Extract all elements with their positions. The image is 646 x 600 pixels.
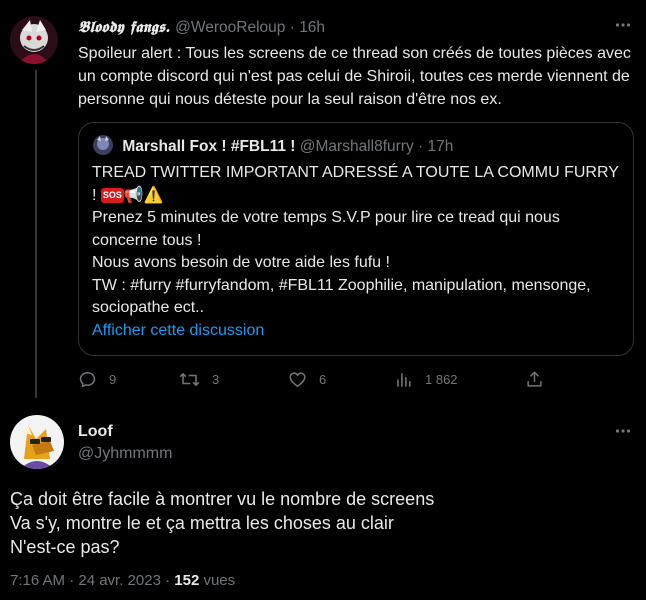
quoted-tweet-text: TREAD TWITTER IMPORTANT ADRESSÉ A TOUTE … — [92, 162, 622, 320]
tweet-metadata: 7:16 AM · 24 avr. 2023 · 152 vues — [10, 572, 235, 589]
more-options-button[interactable] — [614, 422, 632, 440]
views-button[interactable]: 1 862 — [394, 370, 458, 389]
handle[interactable]: @WerooReloup — [175, 19, 285, 36]
separator-dot: · — [289, 19, 295, 36]
retweet-count: 3 — [212, 372, 220, 387]
parent-tweet[interactable]: 𝕭𝖑𝖔𝖔𝖉𝖞 𝖋𝖆𝖓𝖌𝖘. @WerooReloup · 16h Spoileu… — [0, 0, 646, 398]
quoted-timestamp: 17h — [427, 138, 454, 155]
tweet-line-2: Va s'y, montre le et ça mettra les chose… — [10, 513, 394, 533]
thread-connector-line — [35, 70, 37, 398]
more-dots-icon — [615, 23, 631, 27]
tweet-header: 𝕭𝖑𝖔𝖔𝖉𝖞 𝖋𝖆𝖓𝖌𝖘. @WerooReloup · 16h — [78, 17, 325, 38]
warning-emoji-icon: ⚠️ — [143, 186, 164, 204]
reply-tweet[interactable]: Loof @Jyhmmmm Ça doit être facile à mont… — [0, 398, 646, 600]
quoted-line-3: Prenez 5 minutes de votre temps S.V.P po… — [92, 209, 560, 249]
megaphone-emoji-icon: 📢 — [123, 186, 144, 204]
quoted-avatar — [93, 135, 113, 155]
timestamp[interactable]: 16h — [299, 19, 325, 36]
more-options-button[interactable] — [614, 16, 632, 34]
views-chart-icon — [397, 373, 411, 387]
share-icon — [527, 371, 542, 387]
tweet-line-1: Ça doit être facile à montrer vu le nomb… — [10, 489, 435, 509]
views-count: 1 862 — [425, 372, 458, 387]
retweet-icon — [179, 372, 200, 387]
heart-icon — [289, 372, 306, 387]
tweet-line-3: N'est-ce pas? — [10, 537, 120, 557]
avatar-image — [10, 415, 64, 469]
handle[interactable]: @Jyhmmmm — [78, 445, 172, 463]
more-dots-icon — [615, 429, 631, 433]
reply-count: 9 — [109, 372, 117, 387]
quoted-handle: @Marshall8furry — [299, 138, 414, 155]
sos-emoji-icon: SOS — [100, 187, 124, 203]
quoted-line-5: TW : #furry #furryfandom, #FBL11 Zoophil… — [92, 276, 591, 317]
views-label: vues — [203, 572, 236, 589]
separator-dot: · — [418, 138, 424, 155]
quoted-tweet-header: Marshall Fox ! #FBL11 ! @Marshall8furry … — [93, 135, 453, 158]
retweet-button[interactable]: 3 — [179, 370, 219, 389]
tweet-text: Ça doit être facile à montrer vu le nomb… — [10, 487, 630, 559]
exclamation: ! — [92, 186, 97, 204]
like-button[interactable]: 6 — [288, 370, 326, 389]
avatar[interactable] — [10, 415, 64, 469]
share-button[interactable] — [525, 370, 544, 389]
tweet-action-bar: 9 3 6 1 862 — [78, 370, 568, 392]
avatar-image — [10, 16, 58, 64]
quoted-display-name: Marshall Fox ! #FBL11 ! — [122, 138, 296, 155]
avatar[interactable] — [10, 16, 58, 64]
display-name[interactable]: Loof — [78, 423, 113, 441]
quoted-tweet-card[interactable]: Marshall Fox ! #FBL11 ! @Marshall8furry … — [78, 122, 634, 356]
quoted-avatar-image — [93, 135, 113, 155]
quoted-line-4: Nous avons besoin de votre aide les fufu… — [92, 254, 390, 271]
tweet-text: Spoileur alert : Tous les screens de ce … — [78, 45, 631, 108]
views-count: 152 — [174, 572, 200, 589]
reply-button[interactable]: 9 — [78, 370, 116, 389]
display-name[interactable]: 𝕭𝖑𝖔𝖔𝖉𝖞 𝖋𝖆𝖓𝖌𝖘. — [78, 17, 171, 36]
like-count: 6 — [319, 372, 327, 387]
quoted-line-2: ! SOS 📢⚠️ — [92, 185, 622, 208]
quoted-line-1: TREAD TWITTER IMPORTANT ADRESSÉ A TOUTE … — [92, 164, 619, 181]
tweet-timestamp[interactable]: 7:16 AM · 24 avr. 2023 · — [10, 572, 170, 589]
reply-icon — [79, 372, 96, 388]
show-thread-link[interactable]: Afficher cette discussion — [92, 322, 264, 340]
